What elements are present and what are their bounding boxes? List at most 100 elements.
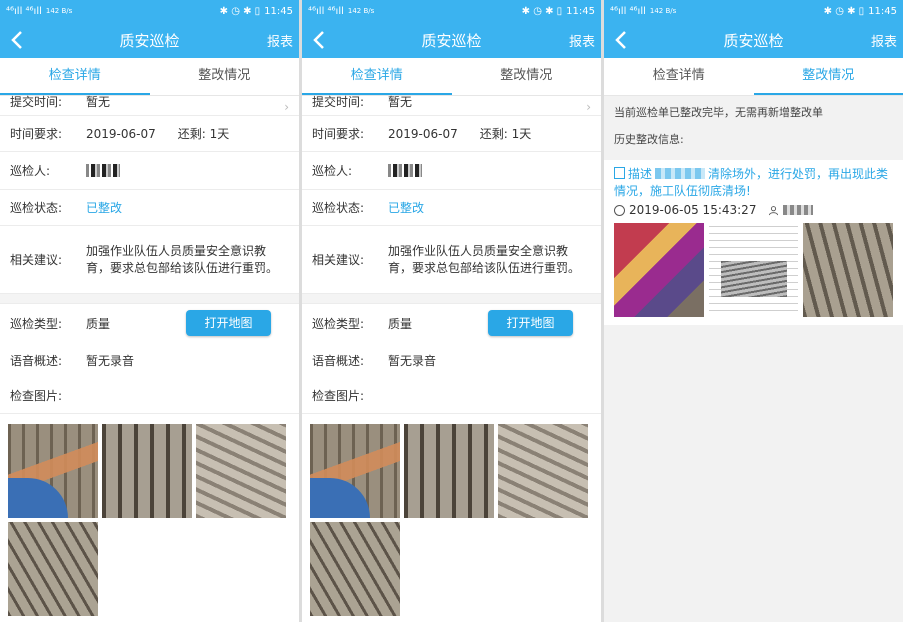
tab-rectification[interactable]: 整改情况 bbox=[452, 58, 602, 95]
tab-bar: 检查详情 整改情况 bbox=[604, 58, 903, 96]
row-advice: 相关建议: 加强作业队伍人员质量安全意识教育，要求总包部给该队伍进行重罚。 bbox=[0, 226, 299, 294]
chevron-right-icon: › bbox=[284, 100, 289, 114]
inspection-gallery bbox=[302, 414, 601, 622]
signal-icon: ⁴⁶ıll ⁴⁶ıll bbox=[308, 5, 344, 17]
rectify-photo[interactable] bbox=[803, 223, 894, 317]
detail-list: 提交时间: 暂无 › 时间要求: 2019-06-07 还剩: 1天 巡检人: … bbox=[302, 95, 601, 294]
tab-rectification[interactable]: 整改情况 bbox=[150, 58, 300, 95]
submit-time-label: 提交时间: bbox=[10, 95, 63, 109]
inspection-photo[interactable] bbox=[196, 424, 286, 518]
back-arrow-icon[interactable] bbox=[6, 28, 30, 52]
app-bar: 质安巡检 报表 bbox=[302, 22, 601, 58]
signal-icon: ⁴⁶ıll ⁴⁶ıll bbox=[6, 5, 42, 17]
row-pictures: 检查图片: bbox=[302, 378, 601, 414]
inspection-photo[interactable] bbox=[8, 424, 98, 518]
inspection-photo[interactable] bbox=[404, 424, 494, 518]
row-pictures: 检查图片: bbox=[0, 378, 299, 414]
pictures-label: 检查图片: bbox=[312, 389, 365, 403]
divider bbox=[302, 294, 601, 304]
screen-detail-1: ⁴⁶ıll ⁴⁶ıll 142 B/s ✱ ◷ ✱ ▯ 11:45 质安巡检 报表 … bbox=[0, 0, 299, 622]
detail-list: 提交时间: 暂无 › 时间要求: 2019-06-07 还剩: 1天 巡检人: … bbox=[0, 95, 299, 294]
row-inspection-type: 巡检类型: 质量 打开地图 bbox=[0, 304, 299, 342]
submit-time-value: 暂无 bbox=[388, 95, 413, 109]
app-bar: 质安巡检 报表 bbox=[0, 22, 299, 58]
time-requirement-value: 2019-06-07 bbox=[388, 126, 458, 141]
submit-time-label: 提交时间: bbox=[312, 95, 365, 109]
net-speed: 142 B/s bbox=[649, 7, 677, 15]
detail-list-2: 巡检类型: 质量 打开地图 语音概述: 暂无录音 检查图片: bbox=[0, 304, 299, 414]
history-card[interactable]: 描述 清除场外，进行处罚，再出现此类情况，施工队伍彻底清场! 2019-06-05… bbox=[604, 160, 903, 325]
type-value: 质量 bbox=[86, 316, 111, 331]
advice-value: 加强作业队伍人员质量安全意识教育，要求总包部给该队伍进行重罚。 bbox=[388, 243, 581, 275]
app-bar: 质安巡检 报表 bbox=[604, 22, 903, 58]
rectify-time: 2019-06-05 15:43:27 bbox=[629, 203, 757, 217]
chevron-right-icon: › bbox=[586, 100, 591, 114]
report-button[interactable]: 报表 bbox=[267, 31, 293, 50]
open-map-button[interactable]: 打开地图 bbox=[186, 310, 271, 336]
desc-prefix: 描述 bbox=[628, 167, 653, 181]
tab-inspection-detail[interactable]: 检查详情 bbox=[604, 58, 754, 95]
clock-icon bbox=[614, 204, 625, 216]
divider bbox=[0, 294, 299, 304]
screen-detail-2: ⁴⁶ıll ⁴⁶ıll 142 B/s ✱ ◷ ✱ ▯ 11:45 质安巡检 报表 … bbox=[302, 0, 601, 622]
row-submit-time: 提交时间: 暂无 › bbox=[0, 95, 299, 116]
open-map-button[interactable]: 打开地图 bbox=[488, 310, 573, 336]
time-requirement-label: 时间要求: bbox=[312, 127, 365, 141]
inspector-name-redacted bbox=[86, 164, 120, 177]
redacted-text bbox=[655, 168, 706, 179]
status-bar: ⁴⁶ıll ⁴⁶ıll 142 B/s ✱ ◷ ✱ ▯ 11:45 bbox=[604, 0, 903, 22]
row-inspector: 巡检人: bbox=[302, 152, 601, 190]
row-voice: 语音概述: 暂无录音 bbox=[302, 342, 601, 378]
inspection-photo[interactable] bbox=[102, 424, 192, 518]
type-label: 巡检类型: bbox=[10, 316, 63, 331]
inspection-photo[interactable] bbox=[8, 522, 98, 616]
voice-value: 暂无录音 bbox=[388, 353, 437, 368]
submit-time-value: 暂无 bbox=[86, 95, 111, 109]
net-speed: 142 B/s bbox=[45, 7, 73, 15]
inspection-photo[interactable] bbox=[310, 424, 400, 518]
report-button[interactable]: 报表 bbox=[569, 31, 595, 50]
row-inspector: 巡检人: bbox=[0, 152, 299, 190]
back-arrow-icon[interactable] bbox=[308, 28, 332, 52]
status-value: 已整改 bbox=[388, 201, 425, 215]
row-time-requirement: 时间要求: 2019-06-07 还剩: 1天 bbox=[302, 116, 601, 152]
status-label: 巡检状态: bbox=[312, 201, 365, 215]
report-button[interactable]: 报表 bbox=[871, 31, 897, 50]
page-title: 质安巡检 bbox=[119, 31, 180, 50]
inspection-photo[interactable] bbox=[310, 522, 400, 616]
tab-inspection-detail[interactable]: 检查详情 bbox=[302, 58, 452, 95]
rectify-complete-notice: 当前巡检单已整改完毕，无需再新增整改单 bbox=[614, 106, 823, 119]
row-voice: 语音概述: 暂无录音 bbox=[0, 342, 299, 378]
remaining-days: 还剩: 1天 bbox=[177, 127, 230, 141]
tab-rectification[interactable]: 整改情况 bbox=[753, 58, 903, 95]
rectify-meta: 2019-06-05 15:43:27 bbox=[614, 203, 893, 217]
row-status: 巡检状态: 已整改 bbox=[302, 190, 601, 226]
type-value: 质量 bbox=[388, 316, 413, 331]
redacted-name bbox=[783, 205, 814, 215]
pictures-label: 检查图片: bbox=[10, 389, 63, 403]
inspector-label: 巡检人: bbox=[312, 164, 353, 178]
voice-label: 语音概述: bbox=[312, 353, 365, 368]
net-speed: 142 B/s bbox=[347, 7, 375, 15]
type-label: 巡检类型: bbox=[312, 316, 365, 331]
remaining-days: 还剩: 1天 bbox=[479, 127, 532, 141]
rectify-photo[interactable] bbox=[708, 223, 799, 317]
back-arrow-icon[interactable] bbox=[610, 28, 634, 52]
row-inspection-type: 巡检类型: 质量 打开地图 bbox=[302, 304, 601, 342]
status-label: 巡检状态: bbox=[10, 201, 63, 215]
page-title: 质安巡检 bbox=[723, 31, 784, 50]
page-title: 质安巡检 bbox=[421, 31, 482, 50]
advice-value: 加强作业队伍人员质量安全意识教育，要求总包部给该队伍进行重罚。 bbox=[86, 243, 279, 275]
detail-list-2: 巡检类型: 质量 打开地图 语音概述: 暂无录音 检查图片: bbox=[302, 304, 601, 414]
clock-time: 11:45 bbox=[868, 5, 897, 17]
person-icon bbox=[769, 205, 779, 215]
rectify-description: 描述 清除场外，进行处罚，再出现此类情况，施工队伍彻底清场! bbox=[614, 166, 893, 200]
status-value: 已整改 bbox=[86, 201, 123, 215]
tab-inspection-detail[interactable]: 检查详情 bbox=[0, 58, 150, 95]
rectify-photo[interactable] bbox=[614, 223, 704, 317]
advice-label: 相关建议: bbox=[312, 253, 365, 267]
row-time-requirement: 时间要求: 2019-06-07 还剩: 1天 bbox=[0, 116, 299, 152]
tab-bar: 检查详情 整改情况 bbox=[302, 58, 601, 96]
inspection-photo[interactable] bbox=[498, 424, 588, 518]
time-requirement-value: 2019-06-07 bbox=[86, 126, 156, 141]
